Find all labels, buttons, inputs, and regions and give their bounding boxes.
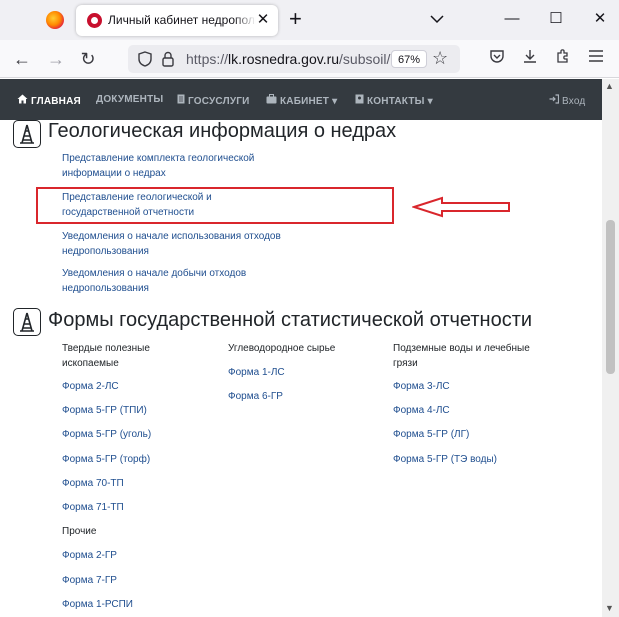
link-form[interactable]: Форма 5-ГР (торф) (62, 452, 150, 467)
briefcase-icon (266, 94, 277, 107)
page-scrollbar[interactable]: ▲ ▼ (602, 79, 619, 617)
column-heading-groundwater: Подземные воды и лечебные грязи (393, 343, 530, 369)
login-link[interactable]: Вход (549, 94, 585, 107)
site-favicon-icon (87, 13, 102, 28)
section-title-statistics: Формы государственной статистической отч… (48, 309, 533, 331)
section-title-geology: Геологическая информация о недрах (48, 120, 397, 142)
lock-icon[interactable] (162, 51, 174, 72)
tab-title: Личный кабинет недропользователя (108, 13, 256, 27)
nav-item-contacts[interactable]: КОНТАКТЫ ▾ (355, 94, 433, 107)
chevron-down-icon[interactable] (430, 11, 444, 27)
link-form[interactable]: Форма 3-ЛС (393, 379, 450, 394)
link-form[interactable]: Форма 71-ТП (62, 500, 124, 515)
maximize-icon[interactable]: ☐ (546, 9, 566, 29)
annotation-highlight-box (36, 187, 394, 224)
zoom-indicator[interactable]: 67% (391, 50, 428, 68)
pocket-icon[interactable] (486, 48, 508, 70)
scrollbar-thumb[interactable] (606, 220, 615, 374)
scroll-up-icon[interactable]: ▲ (605, 81, 614, 91)
link-form[interactable]: Форма 5-ГР (ТЭ воды) (393, 452, 497, 467)
link-form[interactable]: Форма 2-ЛС (62, 379, 119, 394)
browser-tab-bar: Личный кабинет недропользователя ✕ + — ☐… (0, 0, 619, 40)
annotation-arrow (412, 196, 510, 218)
column-heading-hydrocarbons: Углеводородное сырье (228, 343, 336, 354)
link-form[interactable]: Форма 7-ГР (62, 573, 117, 588)
link-form[interactable]: Форма 1-РСПИ (62, 597, 133, 612)
link-geo-info-package[interactable]: Представление комплекта геологической инф… (62, 151, 254, 181)
link-form[interactable]: Форма 4-ЛС (393, 403, 450, 418)
sign-in-icon (549, 94, 560, 107)
bookmark-star-icon[interactable]: ☆ (432, 48, 448, 69)
browser-nav-bar: ← → ↻ https://lk.rosnedra.gov.ru/subsoil… (0, 40, 619, 78)
document-icon (177, 94, 185, 107)
link-form[interactable]: Форма 70-ТП (62, 476, 124, 491)
nav-item-services[interactable]: ГОСУСЛУГИ (177, 94, 250, 107)
link-form[interactable]: Форма 5-ГР (ЛГ) (393, 427, 469, 442)
site-navbar: ГЛАВНАЯ ДОКУМЕНТЫ ГОСУСЛУГИ КАБИНЕТ ▾ КО… (0, 79, 602, 120)
oil-rig-icon (13, 308, 41, 336)
home-icon (17, 94, 28, 107)
back-arrow-icon[interactable]: ← (10, 47, 34, 71)
column-heading-solid-minerals: Твердые полезные ископаемые (62, 343, 150, 369)
new-tab-icon[interactable]: + (289, 7, 302, 31)
column-subheading-other: Прочие (62, 526, 97, 537)
browser-tab[interactable]: Личный кабинет недропользователя ✕ (76, 5, 278, 36)
minimize-icon[interactable]: — (502, 9, 522, 29)
reload-icon[interactable]: ↻ (76, 47, 100, 71)
nav-item-home[interactable]: ГЛАВНАЯ (17, 94, 81, 107)
window-close-icon[interactable]: ✕ (590, 9, 610, 29)
contacts-icon (355, 94, 364, 107)
url-bar[interactable]: https://lk.rosnedra.gov.ru/subsoil/ 67% … (128, 45, 460, 73)
menu-icon[interactable] (585, 48, 607, 70)
firefox-logo-icon[interactable] (46, 11, 64, 29)
caret-down-icon: ▾ (427, 96, 433, 107)
nav-item-cabinet[interactable]: КАБИНЕТ ▾ (266, 94, 337, 107)
link-form[interactable]: Форма 6-ГР (228, 389, 283, 404)
link-form[interactable]: Форма 5-ГР (ТПИ) (62, 403, 147, 418)
page-content: Геологическая информация о недрах Предст… (0, 120, 602, 617)
nav-item-documents[interactable]: ДОКУМЕНТЫ (96, 94, 163, 105)
link-waste-mining-notice[interactable]: Уведомления о начале добычи отходов недро… (62, 266, 246, 296)
link-form[interactable]: Форма 5-ГР (уголь) (62, 427, 151, 442)
download-icon[interactable] (519, 48, 541, 70)
link-form[interactable]: Форма 2-ГР (62, 548, 117, 563)
link-form[interactable]: Форма 1-ЛС (228, 365, 285, 380)
link-waste-use-notice[interactable]: Уведомления о начале использования отход… (62, 229, 281, 259)
shield-icon[interactable] (138, 51, 152, 72)
close-tab-icon[interactable]: ✕ (254, 11, 272, 29)
oil-rig-icon (13, 120, 41, 148)
caret-down-icon: ▾ (332, 96, 338, 107)
extensions-icon[interactable] (552, 48, 574, 70)
url-text[interactable]: https://lk.rosnedra.gov.ru/subsoil/ (186, 51, 390, 67)
forward-arrow-icon[interactable]: → (44, 47, 68, 71)
scroll-down-icon[interactable]: ▼ (605, 603, 614, 613)
